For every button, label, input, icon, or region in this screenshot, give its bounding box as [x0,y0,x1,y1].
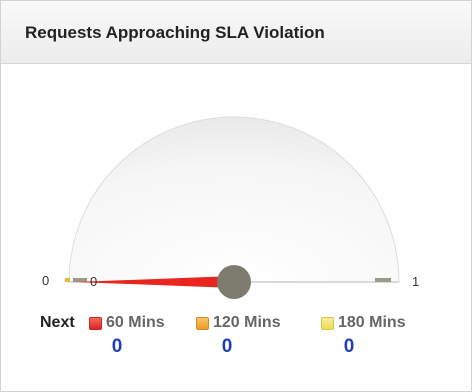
widget-header: Requests Approaching SLA Violation [1,1,471,64]
orange-square-icon [196,316,209,330]
yellow-square-icon [321,316,334,330]
red-square-icon [89,316,102,330]
legend: Next 60 Mins 0 120 Mins 0 180 Mins 0 [1,312,471,362]
sla-widget: Requests Approaching SLA Violation 0 1 0… [0,0,472,392]
gauge-min-marker [65,278,70,282]
sla-gauge: 0 1 0 [42,116,419,299]
legend-item-180-mins[interactable]: 180 Mins [321,314,406,332]
gauge-face [68,116,400,283]
legend-count-120-mins[interactable]: 0 [212,336,242,358]
legend-label-120-mins: 120 Mins [213,314,281,331]
legend-count-180-mins[interactable]: 0 [334,336,364,358]
legend-item-60-mins[interactable]: 60 Mins [89,314,165,332]
legend-count-60-mins[interactable]: 0 [102,336,132,358]
gauge-needle-label: 0 [90,274,97,289]
legend-next-label: Next [40,314,75,331]
gauge-max-label: 1 [412,274,419,289]
legend-label-180-mins: 180 Mins [338,314,406,331]
widget-title: Requests Approaching SLA Violation [25,23,325,42]
legend-item-120-mins[interactable]: 120 Mins [196,314,281,332]
legend-label-60-mins: 60 Mins [106,314,165,331]
gauge-pivot [217,265,251,299]
gauge-min-label: 0 [42,273,49,288]
